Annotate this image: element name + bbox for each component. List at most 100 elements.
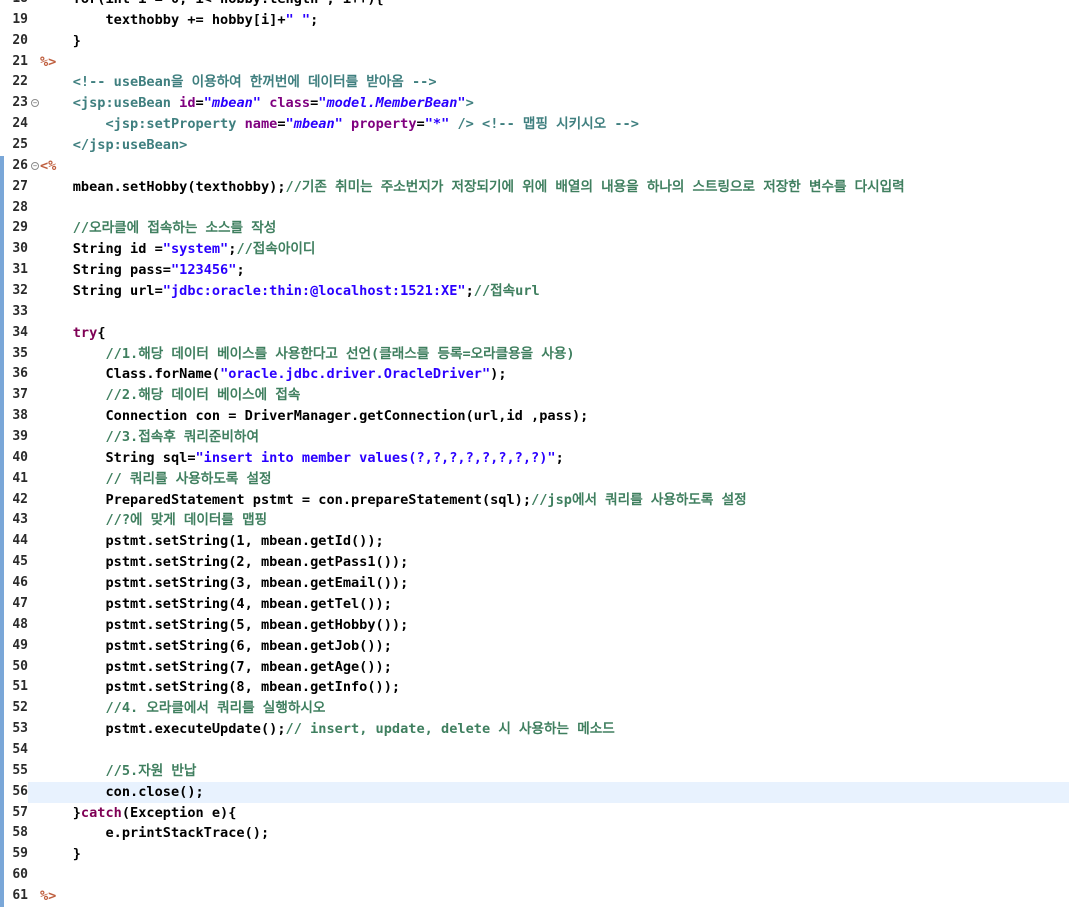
code-line[interactable]: 29 //오라클에 접속하는 소스를 작성 bbox=[0, 218, 1069, 240]
code-text[interactable]: //오라클에 접속하는 소스를 작성 bbox=[40, 218, 277, 239]
code-text[interactable]: String url="jdbc:oracle:thin:@localhost:… bbox=[40, 281, 540, 302]
code-text[interactable]: Class.forName("oracle.jdbc.driver.Oracle… bbox=[40, 364, 506, 385]
code-text[interactable]: <jsp:useBean id="mbean" class="model.Mem… bbox=[40, 93, 474, 114]
code-line[interactable]: 34 try{ bbox=[0, 322, 1069, 344]
code-text[interactable]: e.printStackTrace(); bbox=[40, 823, 269, 844]
code-line[interactable]: 32 String url="jdbc:oracle:thin:@localho… bbox=[0, 281, 1069, 302]
code-line[interactable]: 57 }catch(Exception e){ bbox=[0, 802, 1069, 824]
code-text[interactable]: mbean.setHobby(texthobby);//기존 취미는 주소번지가… bbox=[40, 177, 905, 198]
code-line[interactable]: 23− <jsp:useBean id="mbean" class="model… bbox=[0, 93, 1069, 115]
code-token: %> bbox=[40, 887, 57, 904]
code-line[interactable]: 33 bbox=[0, 301, 1069, 323]
code-line[interactable]: 38 Connection con = DriverManager.getCon… bbox=[0, 406, 1069, 428]
code-text[interactable]: String pass="123456"; bbox=[40, 260, 245, 281]
code-text[interactable]: //5.자원 반납 bbox=[40, 761, 196, 782]
code-text[interactable]: pstmt.setString(7, mbean.getAge()); bbox=[40, 657, 392, 678]
code-line[interactable]: 56 con.close(); bbox=[0, 781, 1069, 803]
code-text[interactable]: //1.해당 데이터 베이스를 사용한다고 선언(클래스를 등록=오라클용을 사… bbox=[40, 344, 574, 365]
code-text[interactable]: try{ bbox=[40, 323, 106, 344]
code-token: pstmt.setString(7, mbean.getAge()); bbox=[40, 658, 392, 675]
code-text[interactable]: } bbox=[40, 31, 81, 52]
code-line[interactable]: 41 // 쿼리를 사용하도록 설정 bbox=[0, 468, 1069, 490]
code-text[interactable]: pstmt.executeUpdate();// insert, update,… bbox=[40, 719, 614, 740]
code-text[interactable]: pstmt.setString(1, mbean.getId()); bbox=[40, 531, 383, 552]
quick-diff-marker bbox=[0, 343, 4, 365]
code-line[interactable]: 20 } bbox=[0, 30, 1069, 52]
code-line[interactable]: 51 pstmt.setString(8, mbean.getInfo()); bbox=[0, 677, 1069, 699]
code-line[interactable]: 43 //?에 맞게 데이터를 맵핑 bbox=[0, 510, 1069, 532]
code-lines[interactable]: 18 for(int i = 0; i< hobby.length ; i++)… bbox=[0, 0, 1069, 907]
code-line[interactable]: 37 //2.해당 데이터 베이스에 접속 bbox=[0, 385, 1069, 407]
code-text[interactable]: PreparedStatement pstmt = con.prepareSta… bbox=[40, 490, 746, 511]
code-text[interactable]: for(int i = 0; i< hobby.length ; i++){ bbox=[40, 0, 384, 10]
code-line[interactable]: 52 //4. 오라클에서 쿼리를 실행하시오 bbox=[0, 698, 1069, 720]
code-text[interactable]: }catch(Exception e){ bbox=[40, 803, 237, 824]
code-line[interactable]: 36 Class.forName("oracle.jdbc.driver.Ora… bbox=[0, 364, 1069, 386]
code-line[interactable]: 55 //5.자원 반납 bbox=[0, 760, 1069, 782]
code-text[interactable]: <% bbox=[40, 156, 56, 177]
code-text[interactable]: pstmt.setString(8, mbean.getInfo()); bbox=[40, 677, 400, 698]
code-line[interactable]: 31 String pass="123456"; bbox=[0, 260, 1069, 282]
code-line[interactable]: 18 for(int i = 0; i< hobby.length ; i++)… bbox=[0, 0, 1069, 10]
code-text[interactable]: Connection con = DriverManager.getConnec… bbox=[40, 406, 588, 427]
code-line[interactable]: 46 pstmt.setString(3, mbean.getEmail()); bbox=[0, 573, 1069, 594]
code-text[interactable]: con.close(); bbox=[40, 782, 203, 803]
code-text[interactable]: //2.해당 데이터 베이스에 접속 bbox=[40, 385, 300, 406]
code-line[interactable]: 54 bbox=[0, 739, 1069, 761]
code-line[interactable]: 28 bbox=[0, 197, 1069, 219]
code-line[interactable]: 35 //1.해당 데이터 베이스를 사용한다고 선언(클래스를 등록=오라클용… bbox=[0, 343, 1069, 365]
code-line[interactable]: 21 %> bbox=[0, 51, 1069, 73]
code-line[interactable]: 24 <jsp:setProperty name="mbean" propert… bbox=[0, 114, 1069, 136]
fold-toggle-icon[interactable]: − bbox=[31, 161, 39, 170]
code-line[interactable]: 22 <!-- useBean을 이용하여 한꺼번에 데이터를 받아옴 --> bbox=[0, 72, 1069, 94]
code-token: PreparedStatement pstmt = con.prepareSta… bbox=[40, 491, 532, 508]
line-number: 25 bbox=[0, 135, 28, 156]
code-line[interactable]: 59 } bbox=[0, 844, 1069, 866]
code-text[interactable]: pstmt.setString(4, mbean.getTel()); bbox=[40, 594, 392, 615]
code-token: "insert into member values(?,?,?,?,?,?,?… bbox=[195, 449, 556, 466]
code-text[interactable]: <jsp:setProperty name="mbean" property="… bbox=[40, 114, 638, 135]
code-line[interactable]: 53 pstmt.executeUpdate();// insert, upda… bbox=[0, 719, 1069, 740]
code-text[interactable]: //?에 맞게 데이터를 맵핑 bbox=[40, 510, 267, 531]
code-text[interactable]: texthobby += hobby[i]+" "; bbox=[40, 10, 318, 31]
code-line[interactable]: 30 String id ="system";//접속아이디 bbox=[0, 239, 1069, 261]
code-line[interactable]: 40 String sql="insert into member values… bbox=[0, 447, 1069, 469]
code-line[interactable]: 27 mbean.setHobby(texthobby);//기존 취미는 주소… bbox=[0, 176, 1069, 198]
code-line[interactable]: 45 pstmt.setString(2, mbean.getPass1()); bbox=[0, 552, 1069, 574]
code-text[interactable]: </jsp:useBean> bbox=[40, 135, 188, 156]
code-line[interactable]: 42 PreparedStatement pstmt = con.prepare… bbox=[0, 489, 1069, 511]
code-line[interactable]: 60 bbox=[0, 865, 1069, 886]
code-text[interactable]: pstmt.setString(5, mbean.getHobby()); bbox=[40, 615, 408, 636]
code-text[interactable]: %> bbox=[40, 52, 56, 73]
code-editor[interactable]: 18 for(int i = 0; i< hobby.length ; i++)… bbox=[0, 0, 1069, 910]
line-number: 40 bbox=[0, 447, 28, 469]
code-line[interactable]: 44 pstmt.setString(1, mbean.getId()); bbox=[0, 531, 1069, 553]
code-line[interactable]: 49 pstmt.setString(6, mbean.getJob()); bbox=[0, 635, 1069, 657]
code-line[interactable]: 19 texthobby += hobby[i]+" "; bbox=[0, 9, 1069, 31]
line-number: 27 bbox=[0, 176, 28, 198]
code-text[interactable]: pstmt.setString(2, mbean.getPass1()); bbox=[40, 552, 408, 573]
code-text[interactable]: pstmt.setString(3, mbean.getEmail()); bbox=[40, 573, 408, 594]
code-text[interactable]: String sql="insert into member values(?,… bbox=[40, 448, 563, 469]
code-line[interactable]: 26− <% bbox=[0, 155, 1069, 177]
code-line[interactable]: 39 //3.접속후 쿼리준비하여 bbox=[0, 427, 1069, 448]
code-line[interactable]: 25 </jsp:useBean> bbox=[0, 135, 1069, 156]
code-line[interactable]: 47 pstmt.setString(4, mbean.getTel()); bbox=[0, 593, 1069, 615]
code-text[interactable]: <!-- useBean을 이용하여 한꺼번에 데이터를 받아옴 --> bbox=[40, 72, 437, 93]
code-text[interactable]: //3.접속후 쿼리준비하여 bbox=[40, 427, 259, 448]
code-line[interactable]: 61 %> bbox=[0, 885, 1069, 907]
code-line[interactable]: 48 pstmt.setString(5, mbean.getHobby()); bbox=[0, 614, 1069, 636]
code-text[interactable]: } bbox=[40, 844, 81, 865]
code-text[interactable]: String id ="system";//접속아이디 bbox=[40, 239, 316, 260]
code-text[interactable]: //4. 오라클에서 쿼리를 실행하시오 bbox=[40, 698, 325, 719]
code-text[interactable]: %> bbox=[40, 886, 56, 907]
code-text[interactable]: pstmt.setString(6, mbean.getJob()); bbox=[40, 636, 391, 657]
code-line[interactable]: 58 e.printStackTrace(); bbox=[0, 823, 1069, 845]
code-text[interactable]: // 쿼리를 사용하도록 설정 bbox=[40, 469, 271, 490]
fold-toggle-icon[interactable]: − bbox=[31, 99, 39, 108]
code-token: //3.접속후 쿼리준비하여 bbox=[40, 429, 259, 446]
quick-diff-marker bbox=[0, 197, 4, 219]
code-token: pstmt.setString(4, mbean.getTel()); bbox=[40, 595, 392, 612]
code-line[interactable]: 50 pstmt.setString(7, mbean.getAge()); bbox=[0, 656, 1069, 678]
code-token: pstmt.setString(3, mbean.getEmail()); bbox=[40, 575, 409, 592]
